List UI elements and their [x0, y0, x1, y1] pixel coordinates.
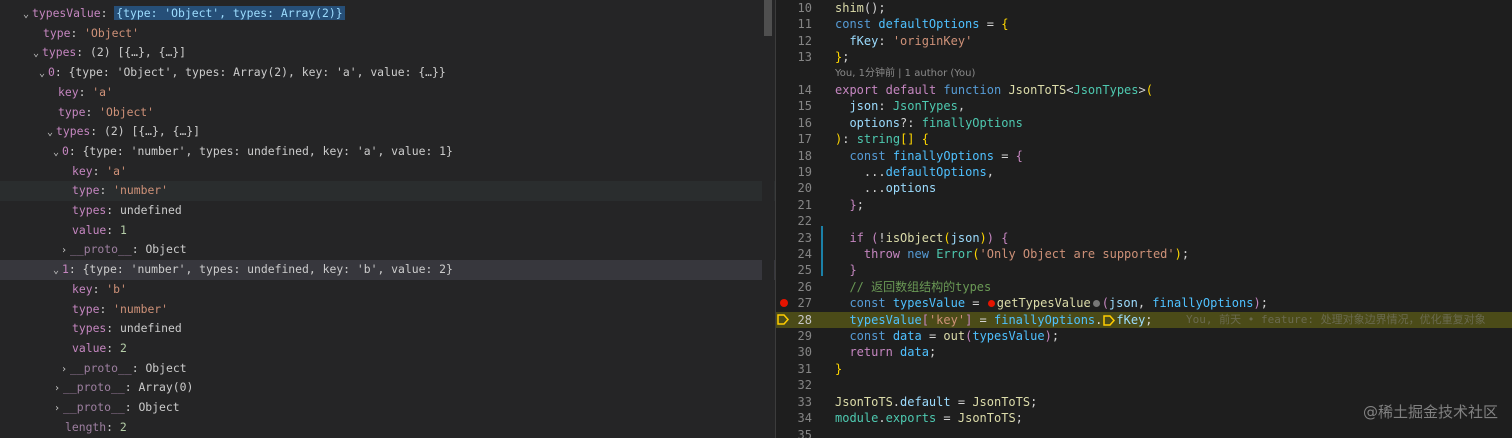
code-line[interactable]: 18 const finallyOptions = { — [776, 148, 1512, 164]
code-line[interactable]: 16 options?: finallyOptions — [776, 115, 1512, 131]
line-number: 33 — [797, 394, 812, 409]
codelens-blame[interactable]: You, 1分钟前 | 1 author (You) — [776, 66, 1512, 82]
variable-row[interactable]: › __proto__: Array(0) — [0, 378, 775, 398]
code-line[interactable]: 27 const typesValue = getTypesValue (json… — [776, 295, 1512, 311]
variable-row[interactable]: value: 2 — [0, 339, 775, 359]
variable-row[interactable]: type: 'number' — [0, 181, 775, 201]
code-line[interactable]: 12 fKey: 'originKey' — [776, 33, 1512, 49]
line-number: 21 — [797, 197, 812, 212]
line-number: 20 — [797, 181, 812, 196]
line-number: 15 — [797, 99, 812, 114]
chevron-down-icon[interactable]: ⌄ — [30, 44, 42, 64]
code-line[interactable]: 25 } — [776, 262, 1512, 278]
chevron-right-icon[interactable]: › — [51, 379, 63, 399]
chevron-down-icon[interactable]: ⌄ — [50, 261, 62, 281]
variable-row[interactable]: type: 'number' — [0, 300, 775, 320]
debug-variables-panel: ⌄ typesValue: {type: 'Object', types: Arr… — [0, 0, 775, 438]
code-line[interactable]: 30 return data; — [776, 344, 1512, 360]
code-line[interactable]: 24 throw new Error('Only Object are supp… — [776, 246, 1512, 262]
variable-row[interactable]: type: 'Object' — [0, 103, 775, 123]
code-line[interactable]: 32 — [776, 377, 1512, 393]
line-number: 23 — [797, 230, 812, 245]
git-change-marker[interactable] — [821, 226, 823, 276]
code-line[interactable]: 21 }; — [776, 197, 1512, 213]
code-line[interactable]: 13 }; — [776, 49, 1512, 65]
code-line[interactable]: 11 const defaultOptions = { — [776, 16, 1512, 32]
inline-breakpoint-hint-icon[interactable] — [1092, 300, 1100, 308]
line-number: 12 — [797, 33, 812, 48]
variable-value-selected[interactable]: {type: 'Object', types: Array(2)} — [114, 6, 345, 20]
variable-row[interactable]: ⌄ types: (2) [{…}, {…}] — [0, 122, 775, 142]
line-number: 32 — [797, 378, 812, 393]
code-line[interactable]: 15 json: JsonTypes, — [776, 98, 1512, 114]
code-line[interactable]: 20 ...options — [776, 180, 1512, 196]
chevron-down-icon[interactable]: ⌄ — [36, 64, 48, 84]
variable-row[interactable]: ⌄ 0: {type: 'number', types: undefined, k… — [0, 142, 775, 162]
variable-row[interactable]: ⌄ 1: {type: 'number', types: undefined, k… — [0, 260, 775, 280]
line-number: 26 — [797, 279, 812, 294]
variable-row[interactable]: › __proto__: Object — [0, 240, 775, 260]
variable-row[interactable]: › __proto__: Object — [0, 398, 775, 418]
code-line[interactable]: 26 // 返回数组结构的types — [776, 279, 1512, 295]
variable-row[interactable]: types: undefined — [0, 201, 775, 221]
variable-row[interactable]: ⌄ 0: {type: 'Object', types: Array(2), ke… — [0, 63, 775, 83]
line-number: 29 — [797, 329, 812, 343]
variable-row[interactable]: type: 'Object' — [0, 24, 775, 44]
line-number: 24 — [797, 247, 812, 261]
variable-row[interactable]: › __proto__: Object — [0, 359, 775, 379]
line-number: 14 — [797, 83, 812, 97]
line-number: 18 — [797, 148, 812, 163]
variable-row[interactable]: key: 'b' — [0, 280, 775, 300]
line-number: 22 — [797, 214, 812, 229]
watermark: @稀土掘金技术社区 — [1362, 403, 1498, 421]
variable-row[interactable]: value: 1 — [0, 221, 775, 241]
variable-row[interactable]: ⌄ typesValue: {type: 'Object', types: Arr… — [0, 4, 775, 24]
line-number: 13 — [797, 50, 812, 65]
variable-row[interactable]: types: undefined — [0, 319, 775, 339]
code-editor[interactable]: 10 shim(); 11 const defaultOptions = { 1… — [776, 0, 1512, 438]
chevron-right-icon[interactable]: › — [58, 241, 70, 261]
inline-blame-hint: You, 前天 • feature: 处理对象边界情况，优化重复对象 — [1186, 312, 1486, 326]
variable-row[interactable]: key: 'a' — [0, 83, 775, 103]
variables-scrollbar-track[interactable] — [762, 0, 774, 438]
chevron-down-icon[interactable]: ⌄ — [44, 123, 56, 143]
code-line[interactable]: 29 const data = out(typesValue); — [776, 328, 1512, 344]
line-number: 16 — [797, 115, 812, 130]
line-number: 17 — [797, 132, 812, 147]
line-number: 19 — [797, 165, 812, 179]
code-line[interactable]: 14 export default function JsonToTS<Json… — [776, 82, 1512, 98]
line-number: 25 — [797, 263, 812, 278]
code-line[interactable]: 23 if (!isObject(json)) { — [776, 230, 1512, 246]
chevron-right-icon[interactable]: › — [58, 360, 70, 380]
code-line[interactable]: 19 ...defaultOptions, — [776, 164, 1512, 180]
variable-row[interactable]: length: 2 — [0, 418, 775, 438]
variable-row[interactable]: ⌄ types: (2) [{…}, {…}] — [0, 43, 775, 63]
inline-breakpoint-icon[interactable] — [987, 300, 995, 308]
line-number: 30 — [797, 345, 812, 360]
line-number: 11 — [797, 17, 812, 32]
line-number: 28 — [797, 312, 812, 327]
chevron-right-icon[interactable]: › — [51, 399, 63, 419]
code-line[interactable]: 10 shim(); — [776, 0, 1512, 16]
inline-debug-step-icon — [1103, 314, 1116, 326]
variables-scrollbar-thumb[interactable] — [764, 0, 772, 36]
chevron-down-icon[interactable]: ⌄ — [20, 5, 32, 25]
variable-row[interactable]: key: 'a' — [0, 162, 775, 182]
code-line[interactable]: 22 — [776, 213, 1512, 229]
line-number: 35 — [797, 428, 812, 438]
code-line[interactable]: 17 ): string[] { — [776, 131, 1512, 147]
chevron-down-icon[interactable]: ⌄ — [50, 143, 62, 163]
code-line[interactable]: 31 } — [776, 361, 1512, 377]
line-number: 31 — [797, 361, 812, 376]
line-number: 10 — [797, 1, 812, 15]
line-number: 27 — [797, 296, 812, 311]
code-line-current[interactable]: 28 typesValue['key'] = finallyOptions. fK… — [776, 311, 1512, 328]
